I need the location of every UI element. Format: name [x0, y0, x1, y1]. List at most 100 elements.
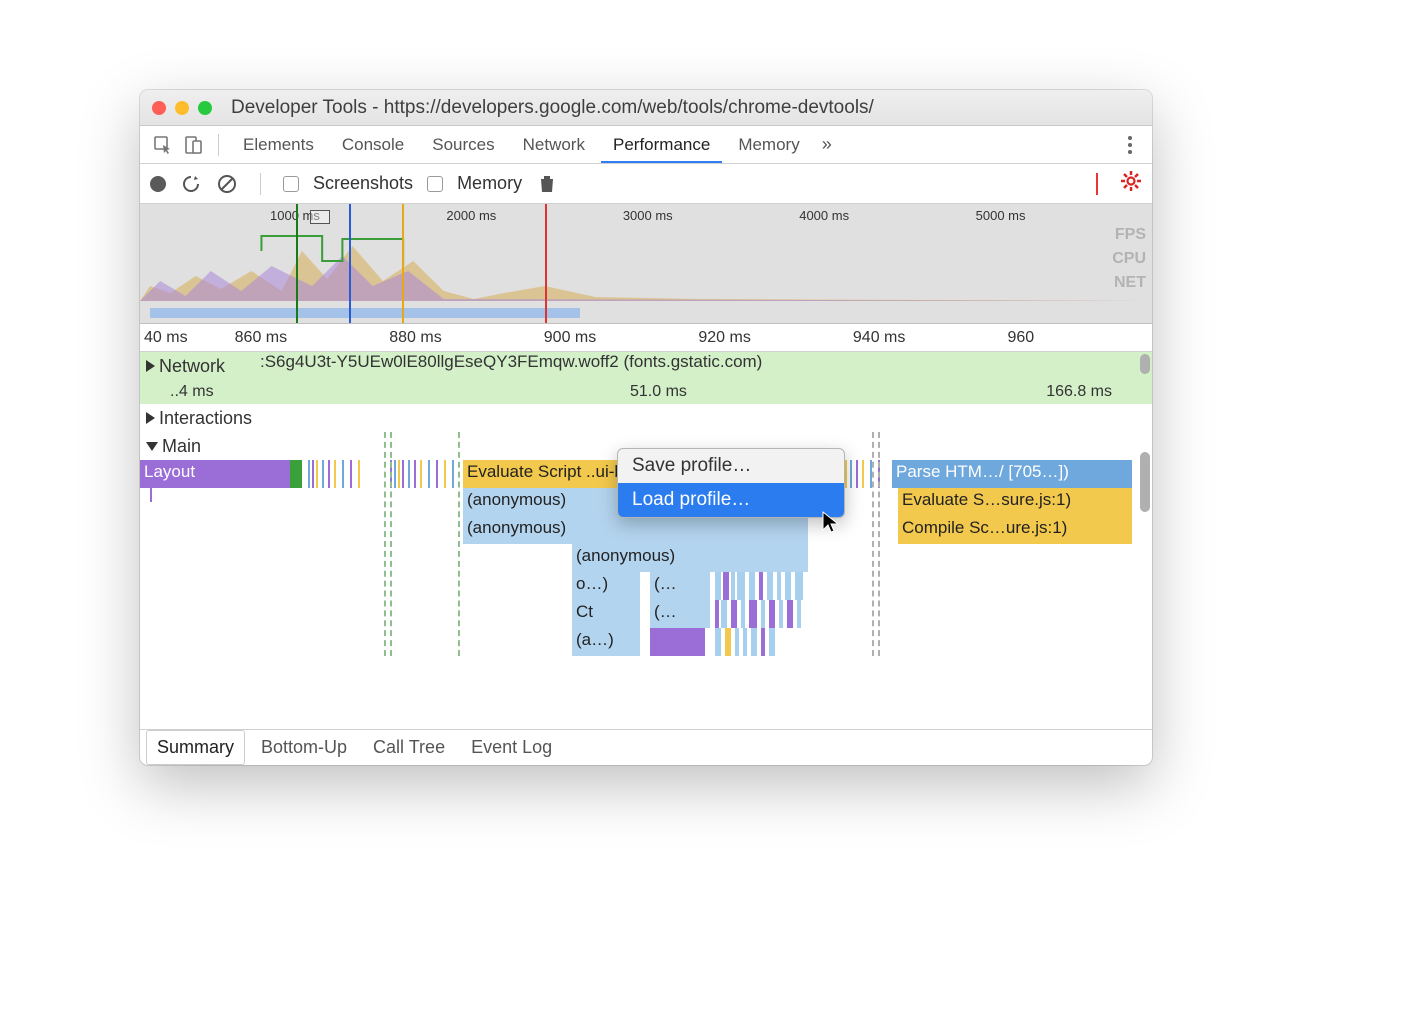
flame-eval-s2[interactable]: Evaluate S…sure.js:1): [898, 488, 1132, 516]
network-label: Network: [159, 356, 225, 377]
tab-elements[interactable]: Elements: [231, 127, 326, 163]
warning-divider: [1096, 173, 1098, 195]
flame-o[interactable]: o…): [572, 572, 640, 600]
flame-anon2[interactable]: (anonymous): [463, 516, 808, 544]
overview-timeline[interactable]: 1000 ms 2000 ms 3000 ms 4000 ms 5000 ms …: [140, 204, 1152, 324]
separator: [260, 173, 261, 195]
collapse-icon[interactable]: [146, 442, 158, 451]
guide-line: [458, 432, 460, 656]
performance-toolbar: Screenshots Memory: [140, 164, 1152, 204]
device-toolbar-icon[interactable]: [180, 132, 206, 158]
expand-icon[interactable]: [146, 412, 155, 424]
interactions-label: Interactions: [159, 408, 252, 429]
flame-stripes[interactable]: [715, 628, 807, 656]
trash-icon[interactable]: [536, 173, 558, 195]
screenshots-checkbox[interactable]: [283, 176, 299, 192]
flame-parse-html[interactable]: Parse HTM…/ [705…]): [892, 460, 1132, 488]
tab-performance[interactable]: Performance: [601, 127, 722, 163]
guide-line: [384, 432, 386, 656]
network-lane[interactable]: Network :S6g4U3t-Y5UEw0lE80llgEseQY3FEmq…: [140, 352, 1152, 380]
main-label: Main: [162, 436, 201, 457]
flame-stripes[interactable]: [308, 460, 368, 488]
scrollbar-thumb[interactable]: [1140, 452, 1150, 512]
record-button[interactable]: [150, 176, 166, 192]
frames-left: ..4 ms: [170, 383, 260, 401]
guide-line: [872, 432, 874, 656]
screenshots-label: Screenshots: [313, 173, 413, 194]
network-request[interactable]: :S6g4U3t-Y5UEw0lE80llgEseQY3FEmqw.woff2 …: [260, 352, 1152, 372]
reload-icon[interactable]: [180, 173, 202, 195]
marker-red: [545, 204, 547, 323]
devtools-window: Developer Tools - https://developers.goo…: [140, 90, 1152, 765]
overview-ticks: 1000 ms 2000 ms 3000 ms 4000 ms 5000 ms: [140, 208, 1152, 223]
memory-checkbox[interactable]: [427, 176, 443, 192]
detail-ruler[interactable]: 40 ms 860 ms 880 ms 900 ms 920 ms 940 ms…: [140, 324, 1152, 352]
ruler-tick: 920 ms: [688, 329, 843, 347]
menu-load-profile[interactable]: Load profile…: [618, 483, 844, 517]
marker-orange: [402, 204, 404, 323]
tab-event-log[interactable]: Event Log: [461, 731, 562, 764]
ruler-tick: 40 ms: [140, 329, 225, 347]
titlebar: Developer Tools - https://developers.goo…: [140, 90, 1152, 126]
panel-tabs: Elements Console Sources Network Perform…: [140, 126, 1152, 164]
ruler-tick: 880 ms: [379, 329, 534, 347]
overview-graph: [140, 231, 1152, 301]
flame-tick: [150, 488, 152, 502]
overview-selection[interactable]: [310, 210, 330, 224]
overview-tick: 5000 ms: [976, 208, 1152, 223]
context-menu: Save profile… Load profile…: [617, 448, 845, 518]
menu-save-profile[interactable]: Save profile…: [618, 449, 844, 483]
flame-stripes[interactable]: [715, 600, 807, 628]
flame-anon3[interactable]: (anonymous): [572, 544, 808, 572]
ruler-tick: 860 ms: [225, 329, 380, 347]
tab-call-tree[interactable]: Call Tree: [363, 731, 455, 764]
flame-ct[interactable]: Ct: [572, 600, 640, 628]
more-tabs-icon[interactable]: »: [816, 134, 838, 155]
flame-paren2[interactable]: (…: [650, 600, 710, 628]
flame-stripe[interactable]: [260, 460, 290, 488]
frames-lane[interactable]: ..4 ms 51.0 ms 166.8 ms: [140, 380, 1152, 404]
expand-icon[interactable]: [146, 360, 155, 372]
settings-gear-icon[interactable]: [1120, 170, 1142, 198]
interactions-lane[interactable]: Interactions: [140, 404, 1152, 432]
network-lane-header[interactable]: Network: [140, 356, 260, 377]
tab-console[interactable]: Console: [330, 127, 416, 163]
overview-tick: 4000 ms: [799, 208, 975, 223]
inspect-icon[interactable]: [150, 132, 176, 158]
flame-layout[interactable]: Layout: [140, 460, 260, 488]
flame-purple[interactable]: [650, 628, 705, 656]
marker-green: [296, 204, 298, 323]
ruler-tick: 940 ms: [843, 329, 998, 347]
ruler-tick: 960: [997, 329, 1152, 347]
close-button[interactable]: [152, 101, 166, 115]
flame-stripes[interactable]: [715, 572, 807, 600]
flame-a[interactable]: (a…): [572, 628, 640, 656]
overview-tick: 3000 ms: [623, 208, 799, 223]
kebab-menu-icon[interactable]: [1118, 136, 1142, 154]
window-title: Developer Tools - https://developers.goo…: [231, 97, 874, 119]
marker-blue: [349, 204, 351, 323]
ruler-tick: 900 ms: [534, 329, 689, 347]
flame-chart-area[interactable]: Network :S6g4U3t-Y5UEw0lE80llgEseQY3FEmq…: [140, 352, 1152, 729]
main-lane-header[interactable]: Main: [140, 436, 260, 457]
minimize-button[interactable]: [175, 101, 189, 115]
clear-icon[interactable]: [216, 173, 238, 195]
flame-paren1[interactable]: (…: [650, 572, 710, 600]
flame-compile[interactable]: Compile Sc…ure.js:1): [898, 516, 1132, 544]
frames-mid: 51.0 ms: [630, 383, 687, 401]
tab-memory[interactable]: Memory: [726, 127, 811, 163]
overview-tick: 2000 ms: [446, 208, 622, 223]
tab-bottom-up[interactable]: Bottom-Up: [251, 731, 357, 764]
memory-label: Memory: [457, 173, 522, 194]
tab-summary[interactable]: Summary: [146, 730, 245, 765]
summary-tabs: Summary Bottom-Up Call Tree Event Log: [140, 729, 1152, 765]
interactions-lane-header[interactable]: Interactions: [140, 408, 260, 429]
flame-stripe[interactable]: [290, 460, 302, 488]
scrollbar-thumb[interactable]: [1140, 354, 1150, 374]
flame-stripes[interactable]: [390, 460, 460, 488]
guide-line: [390, 432, 392, 656]
tab-sources[interactable]: Sources: [420, 127, 506, 163]
tab-network[interactable]: Network: [511, 127, 597, 163]
maximize-button[interactable]: [198, 101, 212, 115]
flame-stripes[interactable]: [840, 460, 890, 488]
